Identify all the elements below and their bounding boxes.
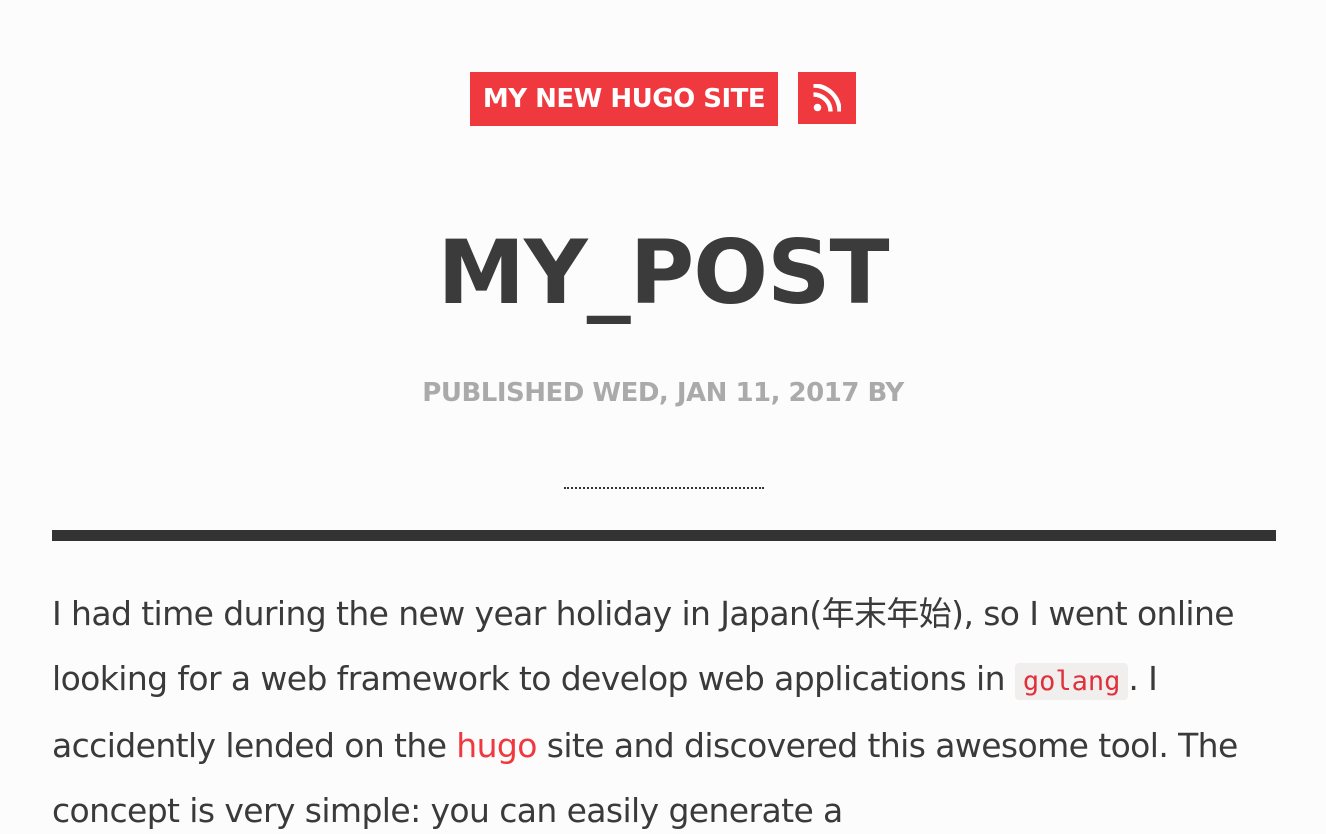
rss-icon	[813, 84, 841, 112]
rss-button[interactable]	[798, 72, 856, 124]
site-title-button[interactable]: MY NEW HUGO SITE	[470, 72, 778, 126]
content-divider	[52, 530, 1276, 541]
site-header: MY NEW HUGO SITE	[0, 72, 1326, 126]
post-body: I had time during the new year holiday i…	[52, 582, 1276, 834]
inline-code-golang: golang	[1014, 662, 1129, 700]
hugo-link[interactable]: hugo	[456, 726, 537, 765]
post-meta: PUBLISHED WED, JAN 11, 2017 BY	[422, 378, 904, 408]
post-title: MY_POST	[437, 221, 889, 324]
dotted-divider	[564, 487, 764, 489]
